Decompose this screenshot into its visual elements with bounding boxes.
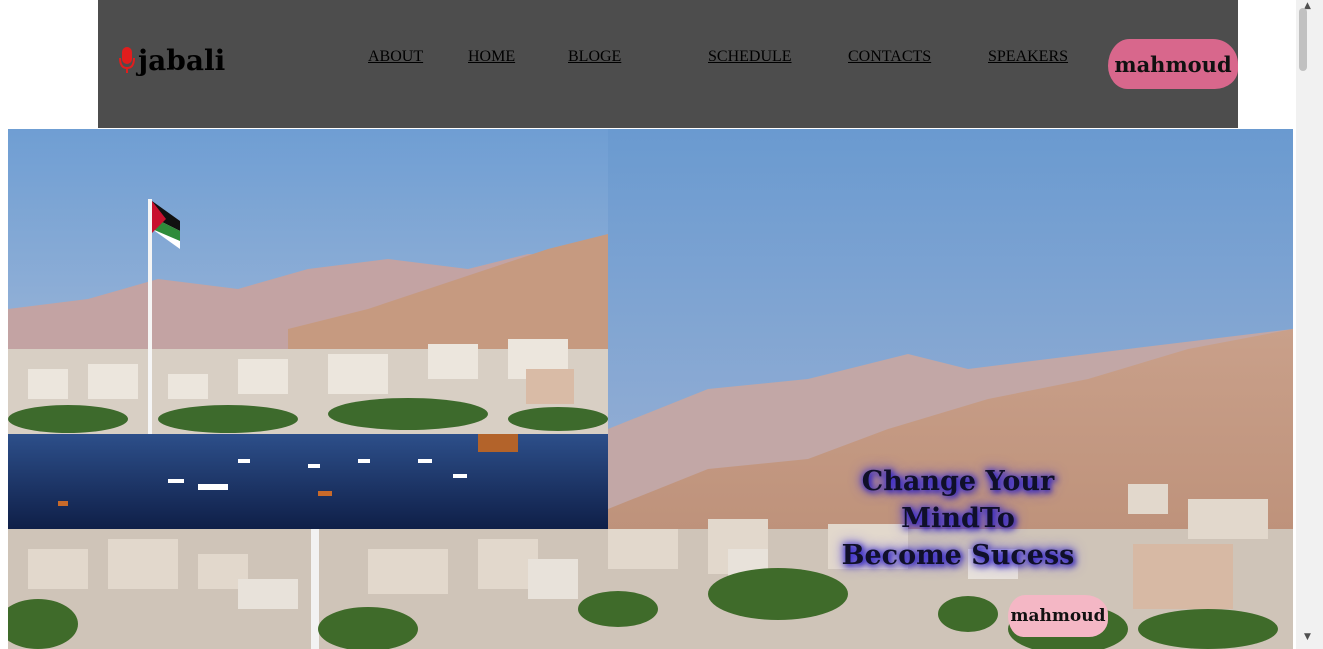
hero-tagline: Change Your MindTo Become Sucess xyxy=(841,466,1075,571)
scroll-down-icon[interactable]: ▼ xyxy=(1304,632,1311,642)
top-navbar: jabali ABOUT HOME BLOGE SCHEDULE CONTACT… xyxy=(98,0,1238,128)
hero-section: Change Your MindTo Become Sucess mahmoud xyxy=(8,129,1293,649)
nav-link-about[interactable]: ABOUT xyxy=(368,48,423,66)
hero-cta-button[interactable]: mahmoud xyxy=(1008,595,1108,637)
nav-link-contacts[interactable]: CONTACTS xyxy=(848,48,931,66)
scroll-thumb[interactable] xyxy=(1299,8,1307,71)
nav-link-schedule[interactable]: SCHEDULE xyxy=(708,48,792,66)
brand-logo[interactable]: jabali xyxy=(118,42,225,78)
microphone-icon xyxy=(119,47,135,73)
vertical-scrollbar[interactable]: ▲ ▼ xyxy=(1296,0,1323,649)
nav-link-speakers[interactable]: SPEAKERS xyxy=(988,48,1068,66)
brand-name: jabali xyxy=(138,43,226,77)
nav-link-bloge[interactable]: BLOGE xyxy=(568,48,621,66)
nav-link-home[interactable]: HOME xyxy=(468,48,515,66)
aqaba-photo xyxy=(8,129,608,529)
user-button[interactable]: mahmoud xyxy=(1108,39,1238,89)
